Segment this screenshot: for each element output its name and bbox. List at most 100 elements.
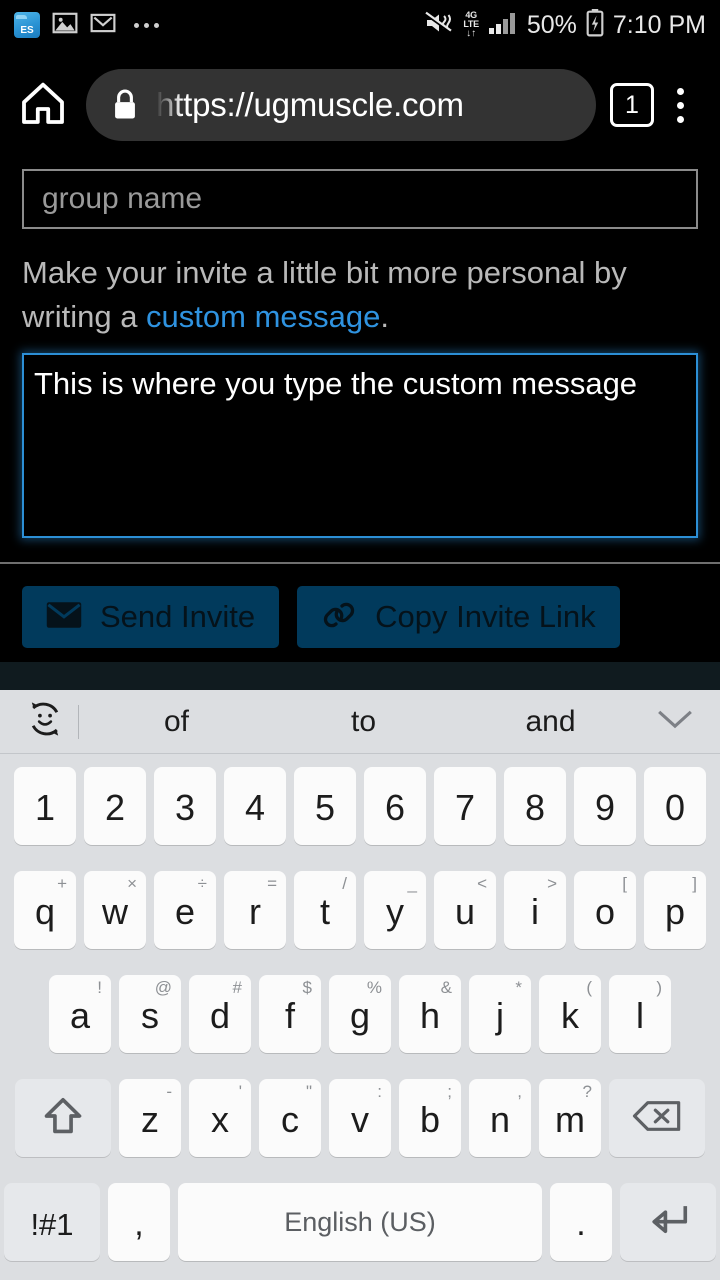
key-label: 8: [524, 787, 546, 828]
suggestion-item-2[interactable]: to: [270, 705, 457, 739]
key-alt-label: ?: [582, 1082, 592, 1101]
key-label: g: [349, 995, 371, 1036]
comma-key[interactable]: ,: [108, 1183, 170, 1261]
space-key[interactable]: English (US): [178, 1183, 542, 1261]
enter-return-icon: [645, 1201, 691, 1244]
keyboard-row-top: + q × w ÷ e = r / t _ y < u > i [o ] p: [0, 858, 720, 962]
emoji-rotate-button[interactable]: [14, 694, 76, 750]
suggestion-item-1[interactable]: of: [83, 705, 270, 739]
key-w[interactable]: × w: [84, 871, 146, 949]
key-5[interactable]: 5: [294, 767, 356, 845]
key-r[interactable]: = r: [224, 871, 286, 949]
key-alt-label: #: [232, 978, 242, 997]
key-label: j: [496, 995, 504, 1036]
backspace-icon: [632, 1099, 682, 1138]
key-z[interactable]: -z: [119, 1079, 181, 1157]
key-o[interactable]: [o: [574, 871, 636, 949]
key-alt-label: <: [477, 874, 487, 893]
url-text[interactable]: https://ugmuscle.com: [156, 86, 464, 124]
enter-key[interactable]: [620, 1183, 716, 1261]
key-c[interactable]: " c: [259, 1079, 321, 1157]
expand-suggestions-button[interactable]: [644, 694, 706, 750]
key-x[interactable]: ' x: [189, 1079, 251, 1157]
keyboard-row-space: !#1 , English (US) .: [0, 1170, 720, 1274]
symbols-key[interactable]: !#1: [4, 1183, 100, 1261]
key-label: 4: [244, 787, 266, 828]
key-label: p: [664, 891, 686, 932]
key-f[interactable]: $ f: [259, 975, 321, 1053]
key-a[interactable]: ! a: [49, 975, 111, 1053]
key-label: 3: [174, 787, 196, 828]
overflow-menu-button[interactable]: [654, 76, 706, 134]
key-g[interactable]: % g: [329, 975, 391, 1053]
custom-message-link[interactable]: custom message: [146, 299, 380, 334]
space-key-label: English (US): [284, 1206, 436, 1237]
key-label: m: [555, 1099, 585, 1140]
home-button[interactable]: [14, 76, 72, 134]
invite-actions: Send Invite Copy Invite Link: [22, 586, 698, 648]
key-alt-label: ': [238, 1082, 242, 1101]
key-label: x: [211, 1099, 229, 1140]
send-invite-label: Send Invite: [100, 599, 256, 634]
key-1[interactable]: 1: [14, 767, 76, 845]
tab-switcher-button[interactable]: 1: [610, 83, 654, 127]
section-divider: [0, 562, 720, 564]
key-3[interactable]: 3: [154, 767, 216, 845]
key-9[interactable]: 9: [574, 767, 636, 845]
key-k[interactable]: (k: [539, 975, 601, 1053]
key-8[interactable]: 8: [504, 767, 566, 845]
key-m[interactable]: ? m: [539, 1079, 601, 1157]
overflow-menu-icon: [676, 87, 684, 95]
key-label: u: [454, 891, 476, 932]
tab-count-label: 1: [625, 90, 639, 119]
key-u[interactable]: < u: [434, 871, 496, 949]
shift-arrow-icon: [41, 1094, 85, 1143]
symbols-key-label: !#1: [30, 1206, 74, 1242]
key-n[interactable]: ,n: [469, 1079, 531, 1157]
key-s[interactable]: @ s: [119, 975, 181, 1053]
key-alt-label: :: [377, 1082, 382, 1101]
key-b[interactable]: ; b: [399, 1079, 461, 1157]
key-d[interactable]: # d: [189, 975, 251, 1053]
key-h[interactable]: & h: [399, 975, 461, 1053]
custom-message-textarea[interactable]: This is where you type the custom messag…: [22, 353, 698, 538]
suggestion-item-3[interactable]: and: [457, 705, 644, 739]
status-bar-clock: 7:10 PM: [612, 10, 706, 39]
key-l[interactable]: ) l: [609, 975, 671, 1053]
key-alt-label: ]: [692, 874, 697, 893]
copy-invite-link-button[interactable]: Copy Invite Link: [297, 586, 620, 648]
network-type-indicator: 4G LTE ↓↑: [463, 11, 479, 39]
custom-message-value: This is where you type the custom messag…: [34, 366, 638, 401]
key-j[interactable]: * j: [469, 975, 531, 1053]
key-4[interactable]: 4: [224, 767, 286, 845]
key-alt-label: $: [302, 978, 312, 997]
copy-invite-link-label: Copy Invite Link: [375, 599, 596, 634]
shift-key[interactable]: [15, 1079, 111, 1157]
key-label: h: [419, 995, 441, 1036]
key-2[interactable]: 2: [84, 767, 146, 845]
key-v[interactable]: :v: [329, 1079, 391, 1157]
key-q[interactable]: + q: [14, 871, 76, 949]
key-label: y: [386, 891, 404, 932]
key-label: s: [141, 995, 159, 1036]
key-alt-label: -: [166, 1082, 172, 1101]
key-0[interactable]: 0: [644, 767, 706, 845]
key-label: 6: [384, 787, 406, 828]
key-6[interactable]: 6: [364, 767, 426, 845]
key-alt-label: (: [586, 978, 592, 997]
keyboard-row-bottom-letters: -z ' x " c :v ; b ,n ? m: [0, 1066, 720, 1170]
key-e[interactable]: ÷ e: [154, 871, 216, 949]
backspace-key[interactable]: [609, 1079, 705, 1157]
key-label: a: [69, 995, 91, 1036]
key-t[interactable]: / t: [294, 871, 356, 949]
key-i[interactable]: > i: [504, 871, 566, 949]
send-invite-button[interactable]: Send Invite: [22, 586, 280, 648]
key-7[interactable]: 7: [434, 767, 496, 845]
key-y[interactable]: _ y: [364, 871, 426, 949]
on-screen-keyboard: of to and 1 2 3 4 5 6 7 8 9 0 + q × w ÷ …: [0, 690, 720, 1280]
group-name-input[interactable]: group name: [22, 169, 698, 229]
key-label: f: [284, 995, 295, 1036]
period-key[interactable]: .: [550, 1183, 612, 1261]
key-p[interactable]: ] p: [644, 871, 706, 949]
url-bar[interactable]: https://ugmuscle.com: [86, 69, 596, 141]
